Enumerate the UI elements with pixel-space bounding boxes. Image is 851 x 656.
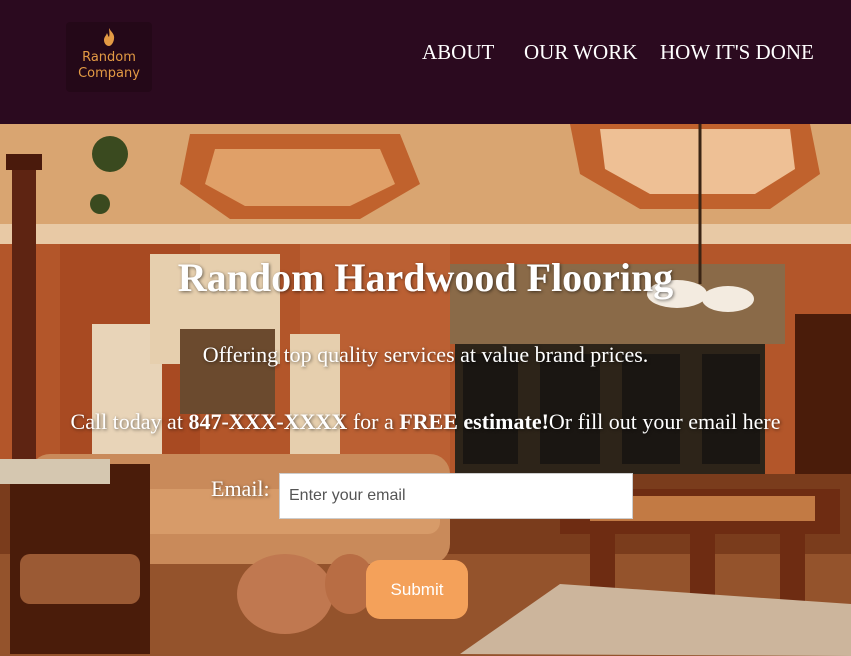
cta-free-estimate: FREE estimate! bbox=[399, 409, 549, 434]
email-input[interactable] bbox=[279, 473, 633, 519]
hero-title: Random Hardwood Flooring bbox=[177, 255, 674, 300]
flame-icon bbox=[104, 28, 115, 46]
cta-suffix: Or fill out your email here bbox=[548, 409, 781, 434]
email-label: Email: bbox=[211, 476, 270, 501]
hero-section: Random Hardwood Flooring Offering top qu… bbox=[0, 124, 851, 656]
navbar: Random Company ABOUT OUR WORK HOW IT'S D… bbox=[0, 0, 851, 124]
hero-subtitle: Offering top quality services at value b… bbox=[202, 342, 649, 367]
company-logo[interactable]: Random Company bbox=[66, 22, 152, 92]
nav-link-about[interactable]: ABOUT bbox=[422, 40, 494, 65]
hero-call-to-action: Call today at 847-XXX-XXXX for a FREE es… bbox=[0, 409, 851, 435]
nav-link-how-its-done[interactable]: HOW IT'S DONE bbox=[660, 40, 814, 65]
nav-link-our-work[interactable]: OUR WORK bbox=[524, 40, 637, 65]
submit-button[interactable]: Submit bbox=[366, 560, 468, 619]
cta-middle: for a bbox=[347, 409, 400, 434]
cta-phone: 847-XXX-XXXX bbox=[188, 409, 348, 434]
logo-text-line2: Company bbox=[78, 66, 140, 81]
cta-prefix: Call today at bbox=[70, 409, 189, 434]
logo-text-line1: Random bbox=[82, 50, 136, 65]
